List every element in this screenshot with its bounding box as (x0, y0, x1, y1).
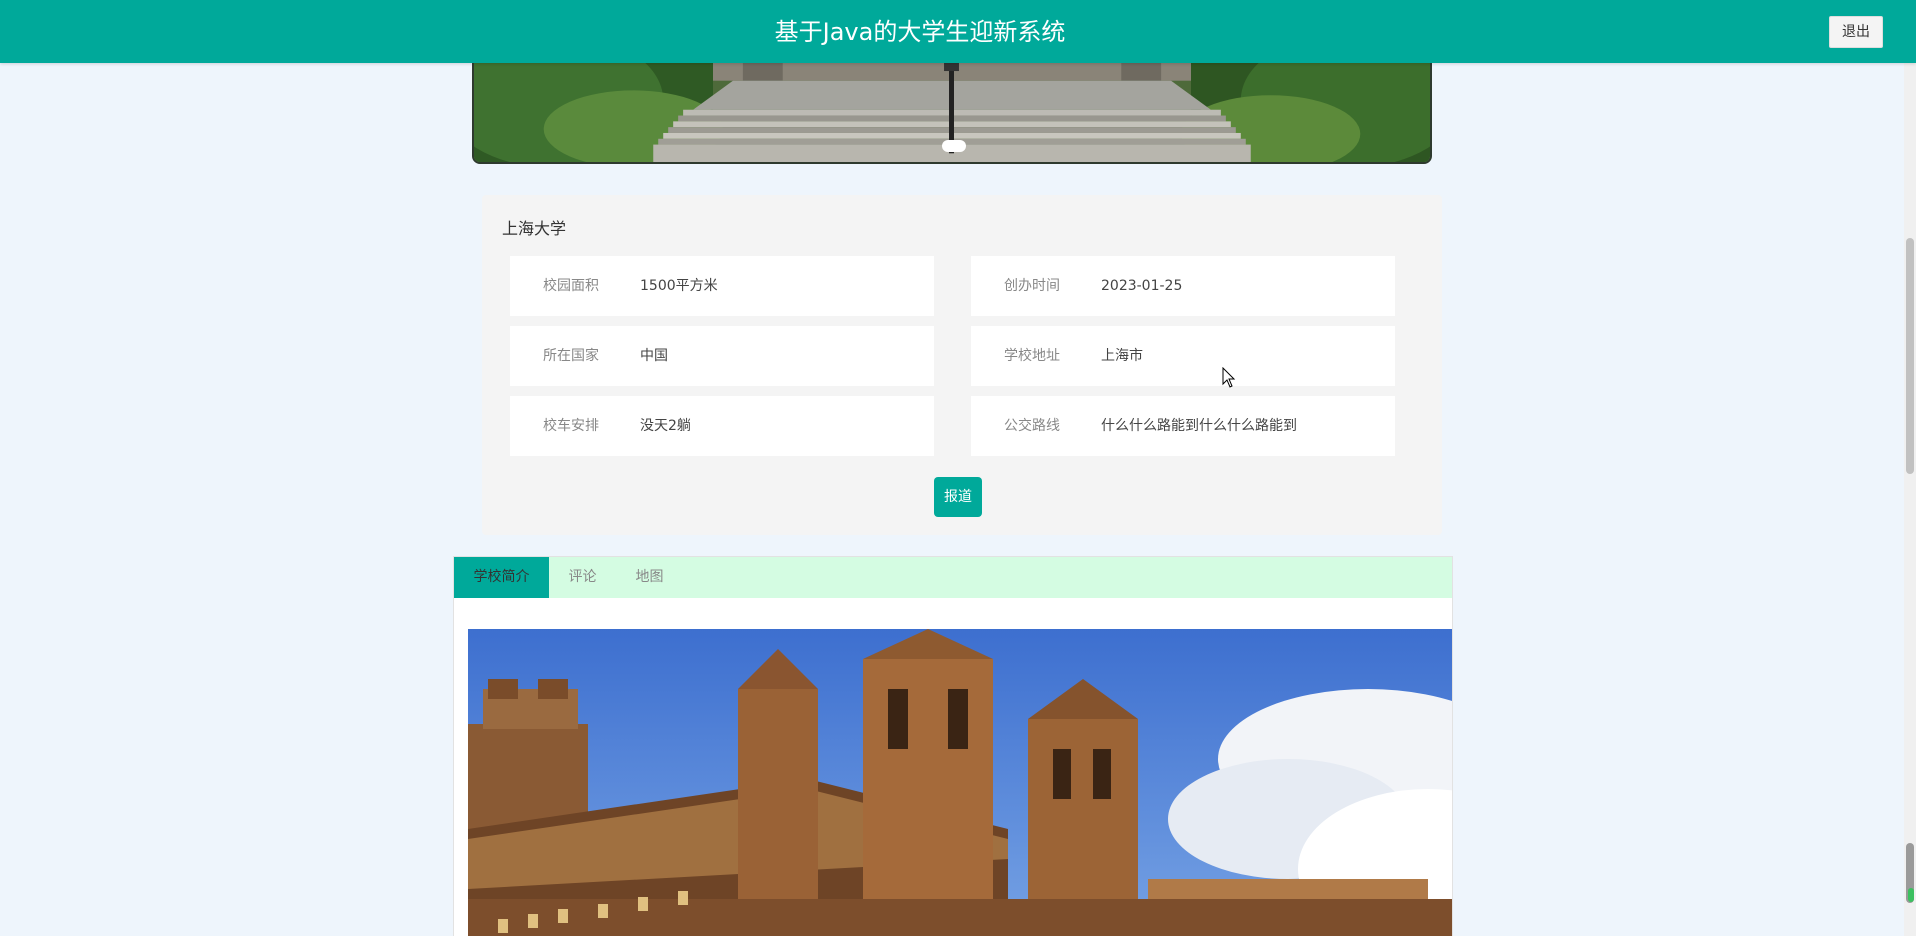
info-label: 所在国家 (543, 348, 599, 364)
info-cell-campus-area: 校园面积 1500平方米 (510, 256, 934, 316)
scrollbar-thumb[interactable] (1906, 238, 1914, 474)
info-cell-bus-route: 公交路线 什么什么路能到什么什么路能到 (971, 396, 1395, 456)
info-cell-shuttle: 校车安排 没天2躺 (510, 396, 934, 456)
info-value: 中国 (640, 348, 668, 364)
gothic-building-image (468, 629, 1452, 936)
info-cell-founded-date: 创办时间 2023-01-25 (971, 256, 1395, 316)
tab-bar: 学校简介 评论 地图 (454, 557, 1452, 598)
page-scrollbar[interactable] (1904, 0, 1916, 936)
school-info-panel: 上海大学 校园面积 1500平方米 创办时间 2023-01-25 所在国家 中… (482, 195, 1442, 535)
mini-scroll-indicator (1908, 888, 1914, 902)
system-title: 基于Java的大学生迎新系统 (774, 18, 1066, 46)
info-cell-country: 所在国家 中国 (510, 326, 934, 386)
carousel-indicator-dot[interactable] (942, 140, 966, 152)
info-label: 校园面积 (543, 278, 599, 294)
school-intro-image (468, 629, 1452, 936)
tab-comments[interactable]: 评论 (549, 557, 616, 598)
info-value: 没天2躺 (640, 418, 691, 434)
top-header: 基于Java的大学生迎新系统 退出 (0, 0, 1916, 63)
info-value: 1500平方米 (640, 278, 718, 294)
tab-map[interactable]: 地图 (616, 557, 683, 598)
info-value: 2023-01-25 (1101, 278, 1183, 294)
info-cell-address: 学校地址 上海市 (971, 326, 1395, 386)
info-label: 公交路线 (1004, 418, 1060, 434)
mouse-cursor-icon (1222, 367, 1236, 388)
info-label: 创办时间 (1004, 278, 1060, 294)
logout-button[interactable]: 退出 (1829, 16, 1883, 48)
tab-school-intro[interactable]: 学校简介 (454, 557, 549, 598)
info-label: 学校地址 (1004, 348, 1060, 364)
info-value: 上海市 (1101, 348, 1143, 364)
school-name: 上海大学 (502, 219, 567, 238)
info-value: 什么什么路能到什么什么路能到 (1101, 418, 1297, 434)
report-button[interactable]: 报道 (934, 477, 982, 517)
info-label: 校车安排 (543, 418, 599, 434)
school-tabs: 学校简介 评论 地图 (453, 556, 1453, 936)
